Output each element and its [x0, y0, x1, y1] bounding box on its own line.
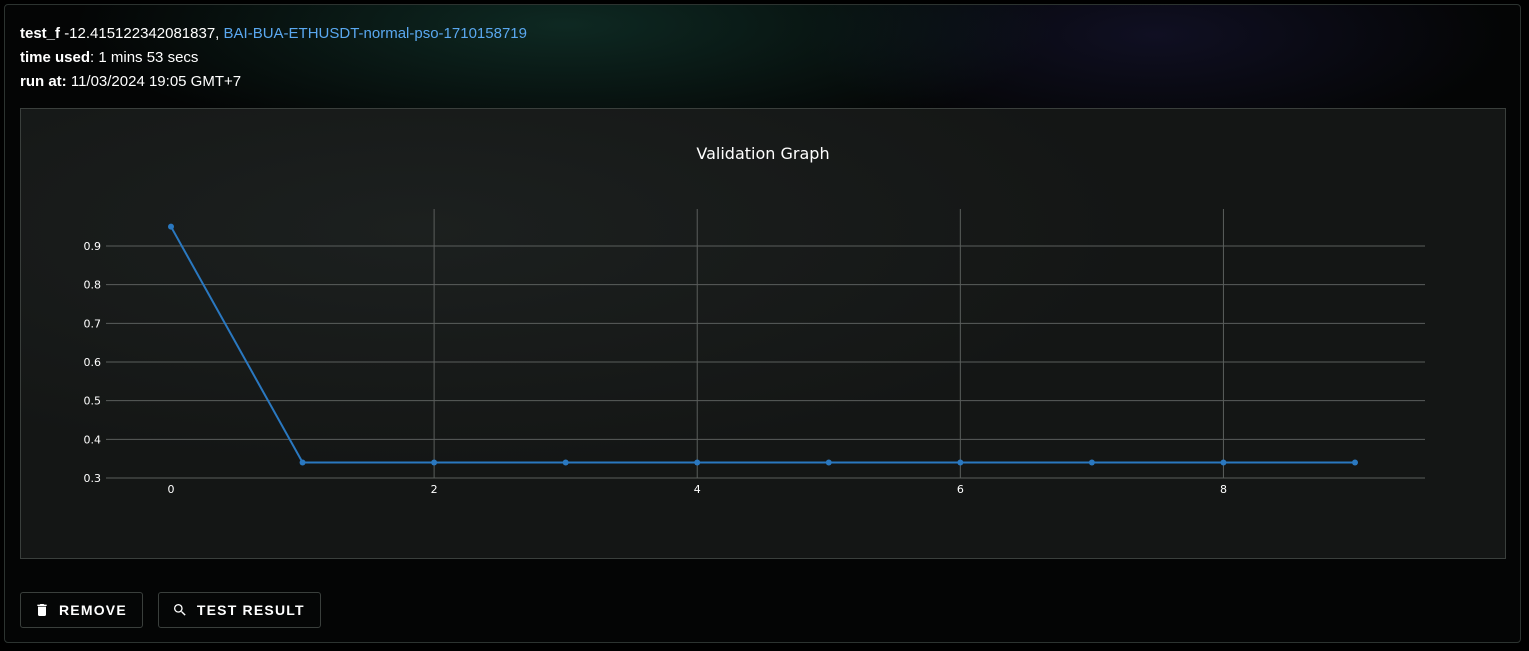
y-tick-label: 0.7 [84, 317, 102, 330]
test-result-button[interactable]: TEST RESULT [157, 592, 321, 628]
data-point [1220, 459, 1227, 466]
chart-title: Validation Graph [696, 144, 829, 163]
remove-button[interactable]: REMOVE [20, 592, 143, 628]
y-tick-label: 0.6 [84, 356, 102, 369]
data-point [694, 459, 701, 466]
data-point [431, 459, 438, 466]
data-point [957, 459, 964, 466]
data-point [1088, 459, 1095, 466]
remove-button-label: REMOVE [59, 602, 127, 618]
data-point [168, 223, 174, 230]
result-card: test_f -12.415122342081837, BAI-BUA-ETHU… [4, 4, 1521, 643]
data-point [562, 459, 569, 466]
run-at-row: run at: 11/03/2024 19:05 GMT+7 [20, 70, 527, 94]
y-tick-label: 0.8 [84, 279, 102, 292]
y-tick-label: 0.9 [84, 240, 102, 253]
search-icon [172, 602, 188, 618]
time-used-label: time used [20, 49, 91, 66]
x-tick-label: 0 [168, 483, 175, 496]
validation-chart-svg: Validation Graph 0.3 0.4 0.5 0.6 0.7 0.8 0.9 0 2… [84, 144, 1425, 496]
y-tick-label: 0.3 [84, 472, 102, 485]
run-at-value: 11/03/2024 19:05 GMT+7 [66, 73, 242, 90]
validation-series-line [170, 226, 1355, 464]
run-name-link[interactable]: BAI-BUA-ETHUSDT-normal-pso-1710158719 [224, 25, 527, 42]
validation-graph[interactable]: Validation Graph 0.3 0.4 0.5 0.6 0.7 0.8 0.9 0 2… [20, 108, 1506, 559]
test-result-button-label: TEST RESULT [196, 602, 305, 618]
x-tick-label: 2 [431, 483, 438, 496]
run-at-label: run at: [20, 73, 67, 90]
y-tick-label: 0.4 [84, 433, 102, 446]
time-used-value: : 1 mins 53 secs [90, 49, 199, 66]
x-tick-label: 6 [957, 483, 964, 496]
y-tick-label: 0.5 [84, 395, 102, 408]
data-point [825, 459, 832, 466]
x-tick-label: 4 [694, 483, 701, 496]
x-tick-label: 8 [1220, 483, 1227, 496]
time-used-row: time used: 1 mins 53 secs [20, 46, 527, 70]
data-point [1352, 459, 1358, 466]
run-info: test_f -12.415122342081837, BAI-BUA-ETHU… [20, 22, 527, 94]
action-bar: REMOVE TEST RESULT [20, 592, 321, 628]
trash-icon [34, 602, 50, 618]
metric-row: test_f -12.415122342081837, BAI-BUA-ETHU… [20, 22, 527, 46]
data-point [299, 459, 306, 466]
metric-value: -12.415122342081837, [64, 25, 220, 42]
metric-label: test_f [20, 25, 61, 42]
